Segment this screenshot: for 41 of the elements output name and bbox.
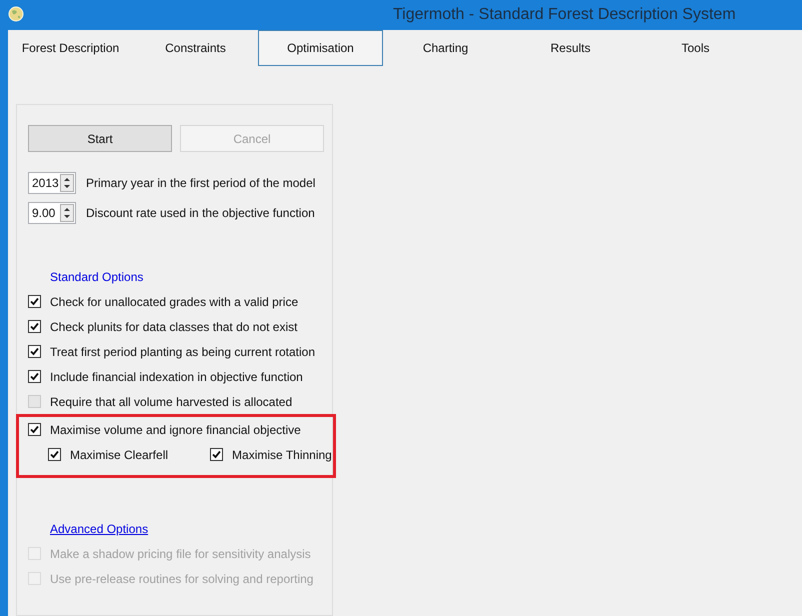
tab[interactable]: Constraints (133, 30, 258, 66)
checkbox-label: Include financial indexation in objective function (50, 368, 303, 386)
spin-field[interactable]: 2013 (28, 172, 76, 194)
checkbox[interactable] (48, 448, 61, 461)
checkmark-icon (30, 372, 39, 381)
checkmark-icon (212, 450, 222, 459)
checkbox-label: Use pre-release routines for solving and reporting (50, 570, 314, 588)
action-button[interactable]: Start (28, 125, 172, 152)
window-title: Tigermoth - Standard Forest Description System (393, 5, 736, 25)
checkbox-label: Maximise Thinning (232, 446, 332, 464)
section-link[interactable]: Standard Options (50, 268, 144, 286)
checkbox-label: Check for unallocated grades with a valid price (50, 294, 298, 310)
checkbox-label: Check plunits for data classes that do not exist (50, 318, 298, 336)
checkbox[interactable] (28, 345, 41, 358)
checkbox[interactable] (210, 448, 224, 461)
tab[interactable]: Optimisation (258, 30, 383, 66)
checkbox-label: Make a shadow pricing file for sensitivity analysis (50, 546, 311, 562)
checkbox[interactable] (28, 370, 41, 383)
checkbox-label: Maximise Clearfell (70, 446, 168, 464)
spin-arrows-icon[interactable] (60, 204, 74, 222)
checkbox-label: Maximise volume and ignore financial objective (50, 422, 301, 438)
spin-label: Discount rate used in the objective function (86, 205, 315, 222)
spin-arrows-icon[interactable] (60, 174, 74, 192)
spin-label: Primary year in the first period of the model (86, 175, 316, 192)
checkmark-icon (30, 347, 39, 356)
tab[interactable]: Charting (383, 30, 508, 66)
checkmark-icon (30, 425, 39, 434)
checkbox-label: Require that all volume harvested is allocated (50, 394, 292, 410)
checkmark-icon (50, 450, 59, 459)
section-link[interactable]: Advanced Options (50, 520, 148, 538)
tab[interactable]: Results (508, 30, 633, 66)
checkbox[interactable] (28, 320, 41, 333)
spin-field[interactable]: 9.00 (28, 202, 76, 224)
checkbox[interactable] (28, 295, 41, 308)
tab[interactable]: Forest Description (8, 30, 133, 66)
checkbox-label: Treat first period planting as being current rotation (50, 344, 316, 360)
checkmark-icon (30, 322, 39, 331)
globe-icon (8, 6, 24, 22)
checkmark-icon (30, 297, 39, 306)
checkbox[interactable] (28, 423, 41, 436)
tab[interactable]: Tools (633, 30, 758, 66)
